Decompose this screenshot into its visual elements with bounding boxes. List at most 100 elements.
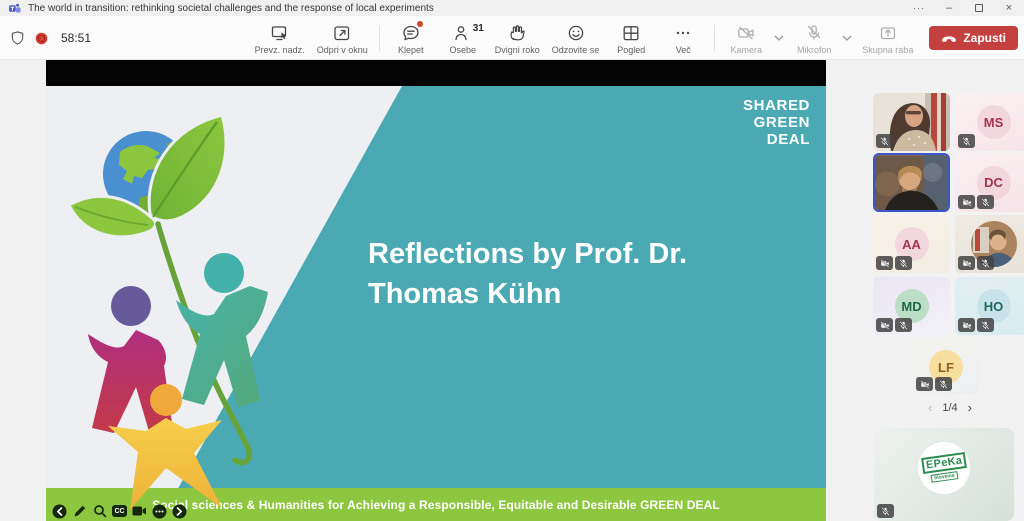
next-slide-button[interactable]: [172, 504, 187, 519]
react-button[interactable]: Odzovite se: [546, 16, 606, 60]
camera-off-icon: [958, 318, 975, 332]
view-button[interactable]: Pogled: [605, 16, 657, 60]
minimize-icon[interactable]: –: [934, 0, 964, 16]
slide-controls: CC: [52, 503, 187, 519]
leave-button[interactable]: Zapusti: [929, 26, 1018, 50]
shield-icon: [10, 30, 25, 46]
video-camera-icon[interactable]: [132, 504, 147, 519]
next-page-chevron-icon[interactable]: ›: [968, 400, 972, 415]
toolbar-divider: [714, 25, 715, 51]
meeting-toolbar: 58:51 Prevz. nadz. Odpri v oknu: [0, 16, 1024, 60]
chat-button[interactable]: Klepet: [385, 16, 437, 60]
participant-photo-tile[interactable]: [955, 215, 1024, 273]
page-indicator: 1/4: [942, 402, 957, 414]
pen-tool-icon[interactable]: [72, 504, 87, 519]
participant-tile-ms[interactable]: MS: [955, 93, 1024, 151]
closed-captions-button[interactable]: CC: [112, 504, 127, 519]
participant-initials: MS: [984, 115, 1004, 130]
raise-hand-label: Dvigni roko: [495, 45, 540, 55]
participants-count: 31: [473, 23, 484, 34]
participant-tile-aa[interactable]: AA: [873, 215, 950, 273]
maximize-icon[interactable]: [964, 0, 994, 16]
cc-label: CC: [112, 505, 127, 517]
mic-muted-icon: [977, 195, 994, 209]
people-button[interactable]: 31 Osebe: [437, 16, 489, 60]
people-icon: 31: [453, 23, 473, 43]
camera-button[interactable]: Kamera: [720, 16, 772, 60]
close-icon[interactable]: ×: [994, 0, 1024, 16]
chat-icon: [401, 23, 421, 43]
epeka-logo: EPeKa Slovenia: [918, 442, 970, 494]
epeka-brand-text: EPeKa: [921, 452, 967, 474]
mic-muted-icon: [877, 504, 894, 518]
chat-notification-dot: [417, 21, 423, 27]
camera-label: Kamera: [731, 45, 763, 55]
participant-initials: MD: [901, 299, 921, 314]
microphone-button[interactable]: Mikrofon: [788, 16, 840, 60]
epeka-subtitle-text: Slovenia: [930, 471, 957, 483]
camera-options-chevron-icon[interactable]: [772, 35, 786, 41]
logo-line-2: GREEN: [743, 114, 810, 131]
microphone-label: Mikrofon: [797, 45, 832, 55]
mic-muted-icon: [876, 134, 893, 148]
participant-initials: DC: [984, 175, 1003, 190]
open-in-window-button[interactable]: Odpri v oknu: [311, 16, 374, 60]
recording-indicator-icon: [34, 31, 49, 46]
take-control-label: Prevz. nadz.: [255, 45, 305, 55]
logo-line-3: DEAL: [743, 131, 810, 148]
magnifier-icon[interactable]: [92, 504, 107, 519]
more-actions-button[interactable]: Več: [657, 16, 709, 60]
meeting-status: 58:51: [10, 16, 91, 60]
chat-label: Klepet: [398, 45, 424, 55]
participant-initials: AA: [902, 237, 921, 252]
smiley-icon: [566, 23, 586, 43]
slide-title-line-2: Thomas Kühn: [368, 274, 687, 314]
previous-page-chevron-icon[interactable]: ‹: [928, 400, 932, 415]
camera-off-icon: [958, 256, 975, 270]
view-label: Pogled: [617, 45, 645, 55]
more-actions-label: Več: [676, 45, 691, 55]
participant-video-tile[interactable]: [873, 93, 950, 151]
leave-label: Zapusti: [963, 31, 1006, 45]
microphone-options-chevron-icon[interactable]: [840, 35, 854, 41]
ellipsis-icon: [673, 23, 693, 43]
raise-hand-icon: [507, 23, 527, 43]
previous-slide-button[interactable]: [52, 504, 67, 519]
share-screen-icon: [878, 23, 898, 43]
camera-off-icon: [736, 23, 756, 43]
mic-muted-icon: [935, 377, 952, 391]
participant-tile-ho[interactable]: HO: [955, 277, 1024, 335]
window-more-icon[interactable]: ···: [904, 0, 934, 16]
participant-initials: LF: [938, 360, 954, 375]
open-in-window-label: Odpri v oknu: [317, 45, 368, 55]
participant-video-feed: [875, 155, 949, 211]
meeting-title: The world in transition: rethinking soci…: [28, 3, 434, 14]
mic-off-icon: [804, 23, 824, 43]
camera-off-icon: [916, 377, 933, 391]
teams-meeting-window: { "window": { "title": "The world in tra…: [0, 0, 1024, 521]
mic-muted-icon: [895, 318, 912, 332]
mic-muted-icon: [977, 318, 994, 332]
camera-off-icon: [876, 318, 893, 332]
mic-muted-icon: [895, 256, 912, 270]
more-slide-options-button[interactable]: [152, 504, 167, 519]
share-button[interactable]: Skupna raba: [856, 16, 919, 60]
camera-off-icon: [876, 256, 893, 270]
participant-tile-md[interactable]: MD: [873, 277, 950, 335]
active-speaker-video-tile[interactable]: [873, 153, 950, 212]
slide-title: Reflections by Prof. Dr. Thomas Kühn: [368, 234, 687, 314]
grid-view-icon: [621, 23, 641, 43]
participant-tile-lf[interactable]: LF: [913, 340, 979, 394]
participant-tile-epeka[interactable]: EPeKa Slovenia: [874, 428, 1014, 521]
share-label: Skupna raba: [862, 45, 913, 55]
meeting-timer: 58:51: [61, 31, 91, 45]
window-titlebar: The world in transition: rethinking soci…: [0, 0, 1024, 16]
participant-tile-dc[interactable]: DC: [955, 153, 1024, 212]
toolbar-divider: [379, 25, 380, 51]
slide-title-line-1: Reflections by Prof. Dr.: [368, 234, 687, 274]
avatar: MS: [977, 105, 1011, 139]
green-deal-illustration: [54, 100, 354, 518]
raise-hand-button[interactable]: Dvigni roko: [489, 16, 546, 60]
take-control-button[interactable]: Prevz. nadz.: [249, 16, 311, 60]
shared-green-deal-logo: SHARED GREEN DEAL: [743, 97, 810, 148]
